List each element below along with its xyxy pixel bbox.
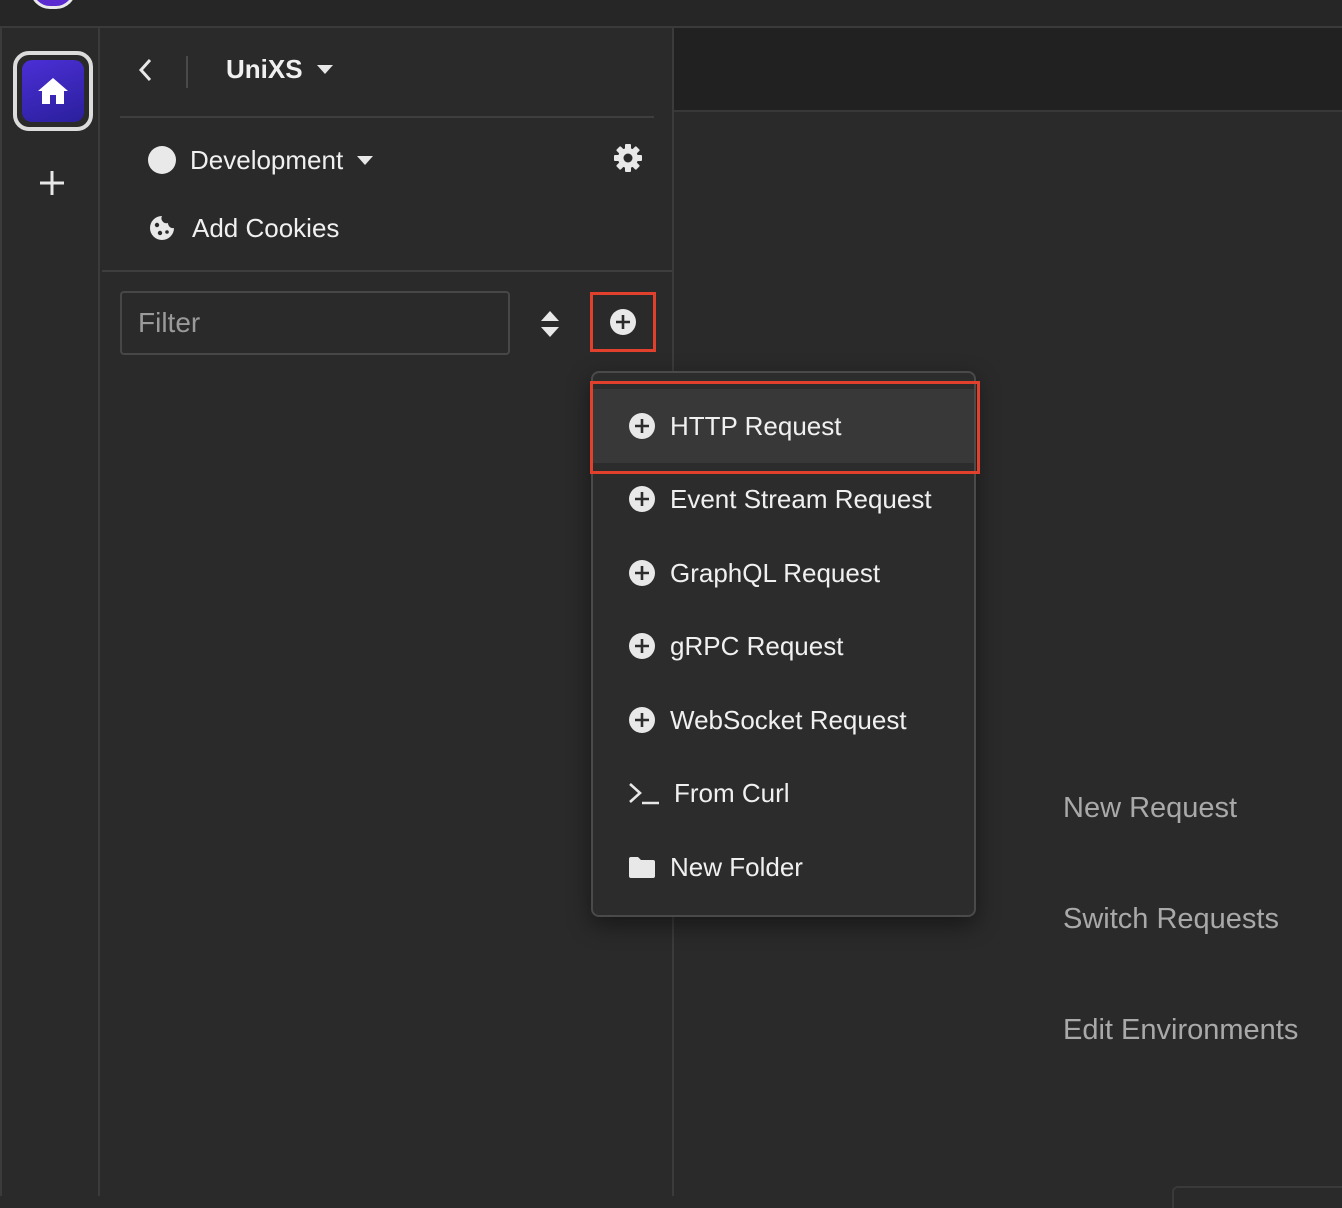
add-project-button[interactable] [35,163,69,203]
add-cookies-button[interactable]: Add Cookies [148,210,339,246]
menu-item-graphql-request[interactable]: GraphQL Request [593,536,974,610]
create-new-button[interactable] [590,292,656,352]
environment-selector[interactable]: Development [148,142,374,178]
menu-item-label: From Curl [674,777,790,808]
sidebar: UniXS Development Add Cookies Filter [102,28,674,1196]
caret-down-icon [316,65,333,74]
plus-circle-icon [627,631,657,661]
terminal-icon [627,778,661,808]
menu-item-http-request[interactable]: HTTP Request [593,389,974,463]
plus-circle-icon [627,411,657,441]
menu-item-new-folder[interactable]: New Folder [593,830,974,904]
menu-item-grpc-request[interactable]: gRPC Request [593,609,974,683]
menu-item-label: HTTP Request [670,410,842,441]
settings-button[interactable] [612,142,644,174]
workspace-header: UniXS [120,28,654,118]
filter-input[interactable] [120,291,510,355]
home-button[interactable] [13,51,93,131]
panel-corner [1172,1186,1342,1208]
create-menu: HTTP Request Event Stream Request GraphQ… [591,371,976,917]
menu-item-label: GraphQL Request [670,557,881,588]
chevron-left-icon [138,58,152,82]
edit-environments-hint: Edit Environments [1063,1014,1299,1046]
caret-down-icon [357,155,374,165]
sidebar-divider [102,270,672,272]
menu-item-from-curl[interactable]: From Curl [593,756,974,830]
activity-rail [0,28,100,1196]
app-logo [30,0,76,9]
workspace-selector[interactable]: UniXS [226,54,333,85]
plus-icon [40,171,64,195]
workspace-name: UniXS [226,54,303,84]
sort-button[interactable] [538,308,562,340]
environment-color-icon [148,146,176,174]
back-button[interactable] [136,56,156,84]
folder-icon [627,852,657,882]
plus-circle-icon [627,558,657,588]
menu-item-websocket-request[interactable]: WebSocket Request [593,683,974,757]
menu-item-label: New Folder [670,851,803,882]
gear-icon [614,144,642,172]
switch-requests-hint: Switch Requests [1063,903,1279,935]
request-tab-bar [674,28,1342,112]
add-cookies-label: Add Cookies [192,212,340,243]
plus-circle-icon [627,705,657,735]
plus-circle-icon [610,309,636,335]
home-icon [22,60,84,122]
menu-item-label: gRPC Request [670,630,844,661]
sort-icon [541,311,559,337]
header-divider [186,56,188,88]
menu-item-event-stream-request[interactable]: Event Stream Request [593,462,974,536]
new-request-hint: New Request [1063,792,1238,824]
plus-circle-icon [627,484,657,514]
title-bar [0,0,1342,28]
environment-label: Development [190,144,344,175]
cookie-icon [150,216,174,240]
menu-item-label: WebSocket Request [670,704,907,735]
menu-item-label: Event Stream Request [670,483,932,514]
